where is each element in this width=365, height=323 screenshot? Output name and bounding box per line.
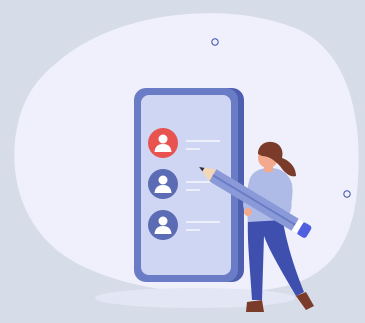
- ground-shadow: [95, 288, 295, 308]
- hand: [244, 208, 252, 216]
- illustration-canvas: [14, 13, 359, 312]
- shoe-right: [296, 292, 314, 310]
- shoe-left: [246, 300, 264, 312]
- illustration-scene: [0, 0, 365, 323]
